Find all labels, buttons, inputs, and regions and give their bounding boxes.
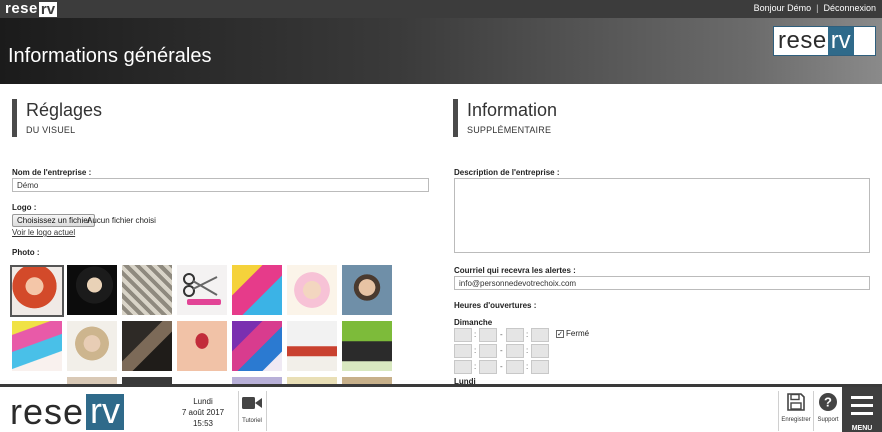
page-title: Informations générales <box>8 45 212 67</box>
top-logo-box: rv <box>38 0 58 18</box>
sunday-open-min[interactable] <box>479 328 497 342</box>
bottom-logo-word: rese <box>10 391 85 432</box>
closed-checkbox[interactable]: ✓ <box>556 330 564 338</box>
sep-colon-4: : <box>526 346 529 355</box>
bottom-bar: rese rv Lundi 7 août 2017 15:53 Tutoriel… <box>0 384 882 432</box>
photo-curly-blonde[interactable] <box>122 265 172 315</box>
photo-lips-hands[interactable] <box>177 321 227 371</box>
sep-colon-3: : <box>474 346 477 355</box>
menu-button[interactable]: MENU <box>842 387 882 432</box>
info-title: Information <box>467 100 558 120</box>
tutorial-label: Tutoriel <box>242 418 262 424</box>
sep-colon-5: : <box>474 362 477 371</box>
support-label: Support <box>817 417 839 423</box>
settings-subtitle: DU VISUEL <box>26 125 76 135</box>
help-icon: ? <box>819 393 837 411</box>
sunday-close-min-3[interactable] <box>531 360 549 374</box>
photo-mask-woman[interactable] <box>67 265 117 315</box>
page-header: Informations générales rese rv <box>0 18 882 84</box>
header-logo-box: rv <box>827 27 854 55</box>
divider-4 <box>813 391 814 431</box>
top-separator: | <box>816 3 819 13</box>
time-text: 15:53 <box>192 419 214 428</box>
logo-label: Logo : <box>12 203 37 212</box>
top-bar: rese rv Bonjour Démo | Déconnexion <box>0 0 882 18</box>
photo-man-portrait[interactable] <box>342 265 392 315</box>
photo-scissors-tools[interactable] <box>177 265 227 315</box>
scissors-icon <box>183 273 221 305</box>
no-file-text: Aucun fichier choisi <box>87 216 156 225</box>
photo-spa-towels[interactable] <box>287 321 337 371</box>
support-button[interactable]: ? Support <box>815 392 841 423</box>
company-name-label: Nom de l'entreprise : <box>12 168 92 177</box>
photo-barber-tools[interactable] <box>122 321 172 371</box>
alert-email-input[interactable]: info@personnedevotrechoix.com <box>454 276 870 290</box>
top-links: Bonjour Démo | Déconnexion <box>754 3 876 13</box>
opening-hours-label: Heures d'ouvertures : <box>454 301 537 310</box>
logout-link[interactable]: Déconnexion <box>823 3 876 13</box>
current-date: Lundi 7 août 2017 15:53 <box>168 396 238 429</box>
sep-dash: - <box>500 330 503 339</box>
top-logo-word: rese <box>5 0 38 17</box>
photo-nail-polish[interactable] <box>232 321 282 371</box>
photo-flower-girl[interactable] <box>287 265 337 315</box>
choose-file-button[interactable]: Choisissez un fichier <box>12 214 96 227</box>
settings-title: Réglages <box>26 100 103 120</box>
greeting-text: Bonjour Démo <box>753 3 812 13</box>
photo-colorful-makeup[interactable] <box>232 265 282 315</box>
photo-spa-stones[interactable] <box>342 321 392 371</box>
sunday-open-hour-3[interactable] <box>454 360 472 374</box>
description-label: Description de l'entreprise : <box>454 168 560 177</box>
sep-dash-3: - <box>500 362 503 371</box>
sep-dash-2: - <box>500 346 503 355</box>
settings-heading: Réglages DU VISUEL <box>12 99 102 137</box>
photo-red-hair-woman[interactable] <box>10 265 64 317</box>
sep-colon-2: : <box>526 330 529 339</box>
alert-email-label: Courriel qui recevra les alertes : <box>454 266 576 275</box>
sunday-close-min[interactable] <box>531 328 549 342</box>
floppy-disk-icon <box>787 393 805 411</box>
sunday-open-min-2[interactable] <box>479 344 497 358</box>
weekday-text: Lundi <box>193 397 213 406</box>
sunday-close-hour[interactable] <box>506 328 524 342</box>
tutorial-button[interactable]: Tutoriel <box>240 395 264 424</box>
view-logo-link[interactable]: Voir le logo actuel <box>12 228 75 237</box>
svg-text:?: ? <box>824 395 832 410</box>
company-name-input[interactable]: Démo <box>12 178 429 192</box>
sunday-close-hour-3[interactable] <box>506 360 524 374</box>
menu-label: MENU <box>851 425 873 432</box>
info-heading: Information SUPPLÉMENTAIRE <box>453 99 557 137</box>
divider-2 <box>266 391 267 431</box>
top-logo[interactable]: rese rv <box>5 0 58 18</box>
header-logo: rese rv <box>773 26 876 56</box>
photo-blonde-updo[interactable] <box>67 321 117 371</box>
photo-rainbow-makeup[interactable] <box>12 321 62 371</box>
sunday-open-hour[interactable] <box>454 328 472 342</box>
hamburger-menu-icon <box>851 396 873 415</box>
bottom-logo[interactable]: rese rv <box>10 391 125 432</box>
date-text: 7 août 2017 <box>181 408 225 417</box>
sep-colon-6: : <box>526 362 529 371</box>
sunday-close-min-2[interactable] <box>531 344 549 358</box>
save-label: Enregistrer <box>781 417 811 423</box>
divider <box>238 391 239 431</box>
video-camera-icon <box>242 397 262 409</box>
header-logo-word: rese <box>778 27 827 54</box>
sunday-open-min-3[interactable] <box>479 360 497 374</box>
bottom-logo-box: rv <box>86 393 125 430</box>
info-subtitle: SUPPLÉMENTAIRE <box>467 125 552 135</box>
divider-3 <box>778 391 779 431</box>
day-sunday-label: Dimanche <box>454 318 493 327</box>
photo-label: Photo : <box>12 248 40 257</box>
closed-label: Fermé <box>566 329 590 338</box>
sunday-close-hour-2[interactable] <box>506 344 524 358</box>
description-textarea[interactable] <box>454 178 870 253</box>
sep-colon: : <box>474 330 477 339</box>
sunday-open-hour-2[interactable] <box>454 344 472 358</box>
save-button[interactable]: Enregistrer <box>780 392 812 423</box>
